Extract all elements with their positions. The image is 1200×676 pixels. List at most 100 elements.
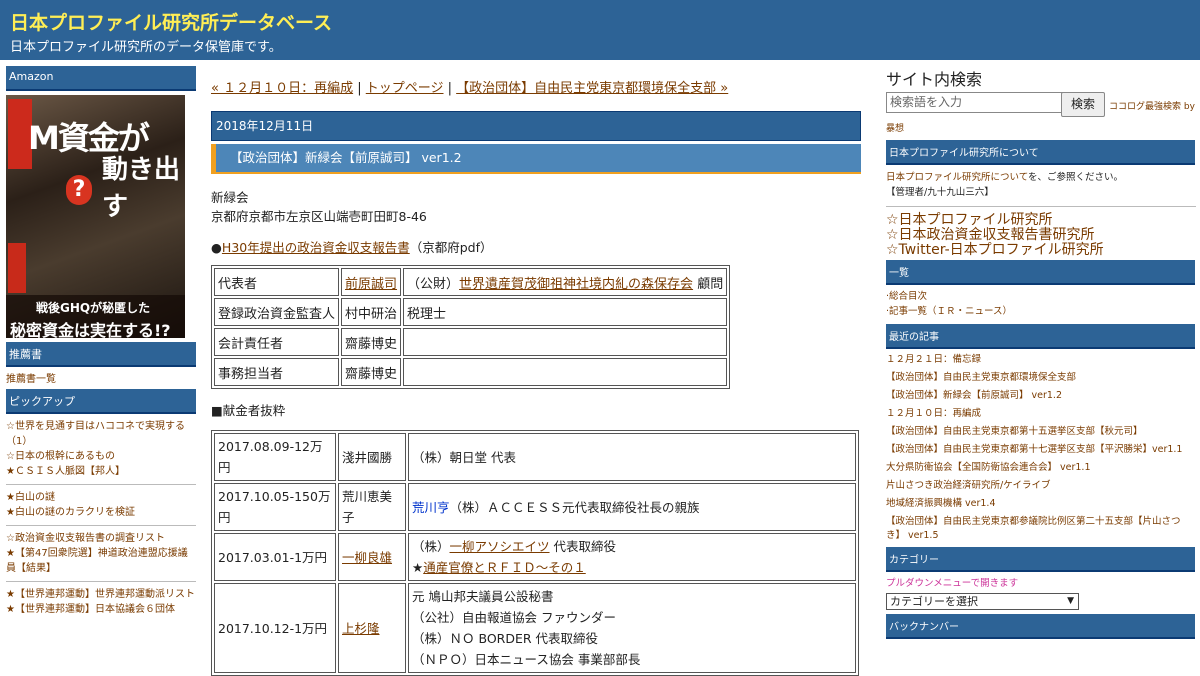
recent-item[interactable]: １２月１０日：再編成 xyxy=(886,405,1196,423)
pickup-item[interactable]: ☆世界を見通す目はハココネで実現する（1） xyxy=(6,419,196,449)
search-provider-note[interactable]: ココログ最強検索 by xyxy=(1109,99,1195,112)
table-row: 会計責任者 齋藤博史 xyxy=(214,328,728,356)
donor-detail: （株）一柳アソシエイツ 代表取締役 ★通産官僚とＲＦＩＤ〜その１ xyxy=(408,533,856,581)
pickup-item[interactable]: ☆日本の根幹にあるもの xyxy=(6,449,196,464)
entry-title: 【政治団体】新緑会【前原誠司】 ver1.2 xyxy=(211,144,861,174)
recent-item[interactable]: 【政治団体】自由民主党東京都第十七選挙区支部【平沢勝栄】ver1.1 xyxy=(886,441,1196,459)
article-link[interactable]: 通産官僚とＲＦＩＤ〜その１ xyxy=(423,560,586,575)
officer-role: 事務担当者 xyxy=(214,358,340,386)
pickup-item[interactable]: ★【第47回衆院選】神道政治連盟応援議員【結果】 xyxy=(6,546,196,576)
category-heading: カテゴリー xyxy=(886,547,1195,572)
big-link[interactable]: ☆Twitter-日本プロファイル研究所 xyxy=(886,243,1196,258)
top-page-link[interactable]: トップページ xyxy=(366,81,444,96)
recent-item[interactable]: 【政治団体】新緑会【前原誠司】 ver1.2 xyxy=(886,387,1196,405)
backnumber-heading: バックナンバー xyxy=(886,614,1195,639)
org-address: 京都府京都市左京区山端壱町田町8-46 xyxy=(211,209,427,224)
recent-item[interactable]: 片山さつき政治経済研究所/ケイライブ xyxy=(886,477,1196,495)
officer-name-link[interactable]: 前原誠司 xyxy=(345,277,397,292)
entry-navigation: « １２月１０日：再編成 | トップページ | 【政治団体】自由民主党東京都環境… xyxy=(211,76,861,102)
detail-line: （ＮＰＯ）日本ニュース協会 事業部部長 xyxy=(412,652,641,667)
chevron-down-icon: ▼ xyxy=(1067,596,1074,606)
donor-name: 上杉隆 xyxy=(338,583,406,673)
list-item-label: 総合目次 xyxy=(889,291,928,302)
officer-name: 村中研治 xyxy=(341,298,402,326)
pickup-item[interactable]: ★白山の謎のカラクリを検証 xyxy=(6,505,196,520)
table-row: 2017.10.12-1万円 上杉隆 元 鳩山邦夫議員公設秘書 （公社）自由報道… xyxy=(214,583,856,673)
admin-label: 【管理者/九十九山三六】 xyxy=(886,187,994,198)
donor-name: 一柳良雄 xyxy=(338,533,406,581)
detail-line: （公社）自由報道協会 ファウンダー xyxy=(412,610,616,625)
book-cover-image[interactable]: M資金が 動き出す ? 戦後GHQが秘匿した 秘密資金は実在する!? xyxy=(6,95,185,338)
big-link[interactable]: ☆日本政治資金収支報告書研究所 xyxy=(886,228,1196,243)
note-prefix: （公財） xyxy=(407,276,460,292)
officer-role: 会計責任者 xyxy=(214,328,340,356)
table-row: 代表者 前原誠司 （公財）世界遺産賀茂御祖神社境内糺の森保存会 顧問 xyxy=(214,268,728,296)
detail-line: 元 鳩山邦夫議員公設秘書 xyxy=(412,589,554,604)
detail-prefix: （株） xyxy=(412,539,450,554)
pickup-heading: ピックアップ xyxy=(6,389,196,414)
nav-separator: | xyxy=(443,81,457,96)
company-link[interactable]: 一柳アソシエイツ xyxy=(450,539,550,554)
list-item[interactable]: ·記事一覧（ＩＲ・ニュース） xyxy=(886,304,1196,319)
report-link[interactable]: H30年提出の政治資金収支報告書 xyxy=(222,240,410,255)
donation-amount: 2017.03.01-1万円 xyxy=(214,533,336,581)
entry-date: 2018年12月11日 xyxy=(211,111,861,141)
detail-line: ★通産官僚とＲＦＩＤ〜その１ xyxy=(412,557,852,578)
pickup-item[interactable]: ★【世界連邦運動】日本協議会６団体 xyxy=(6,602,196,617)
search-form: 検索語を入力 検索 ココログ最強検索 by xyxy=(886,92,1196,117)
prev-entry-link[interactable]: « １２月１０日：再編成 xyxy=(211,81,353,96)
pickup-item[interactable]: ☆政治資金収支報告書の調査リスト xyxy=(6,531,196,546)
officer-name: 前原誠司 xyxy=(341,268,402,296)
next-entry-link[interactable]: 【政治団体】自由民主党東京都環境保全支部 » xyxy=(456,81,728,96)
about-link[interactable]: 日本プロファイル研究所について xyxy=(886,172,1028,183)
category-select[interactable]: カテゴリーを選択 ▼ xyxy=(886,593,1079,610)
pickup-item[interactable]: ★白山の謎 xyxy=(6,490,196,505)
report-suffix: （京都府pdf） xyxy=(409,240,493,255)
big-link[interactable]: ☆日本プロファイル研究所 xyxy=(886,213,1196,228)
org-name: 新緑会 xyxy=(211,190,249,205)
detail-line: （株）一柳アソシエイツ 代表取締役 xyxy=(412,536,852,557)
donor-name: 荒川恵美子 xyxy=(338,483,406,531)
donor-name-link[interactable]: 一柳良雄 xyxy=(342,550,392,565)
list-item[interactable]: ·総合目次 xyxy=(886,289,1196,304)
donor-detail: 元 鳩山邦夫議員公設秘書 （公社）自由報道協会 ファウンダー （株）ＮＯ BOR… xyxy=(408,583,856,673)
donor-detail-link[interactable]: 荒川亨 xyxy=(412,500,450,515)
officer-note-link[interactable]: 世界遺産賀茂御祖神社境内糺の森保存会 xyxy=(459,277,693,292)
recent-item[interactable]: 【政治団体】自由民主党東京都第十五選挙区支部【秋元司】 xyxy=(886,423,1196,441)
officer-note xyxy=(403,358,728,386)
donor-name-link[interactable]: 上杉隆 xyxy=(342,621,380,636)
donor-detail-text: （株）ＡＣＣＥＳＳ元代表取締役社長の親族 xyxy=(449,499,700,515)
recent-item[interactable]: １２月２１日：備忘録 xyxy=(886,351,1196,369)
officer-role: 登録政治資金監査人 xyxy=(214,298,340,326)
report-line: ●H30年提出の政治資金収支報告書（京都府pdf） xyxy=(211,238,861,257)
note-suffix: 顧問 xyxy=(693,276,724,292)
donor-name: 淺井國勝 xyxy=(338,433,406,481)
recommend-link[interactable]: 推薦書一覧 xyxy=(6,372,196,387)
recent-item[interactable]: 【政治団体】自由民主党東京都環境保全支部 xyxy=(886,369,1196,387)
category-note: プルダウンメニューで開きます xyxy=(886,578,1019,589)
pickup-item[interactable]: ★ＣＳＩＳ人脈図【邦人】 xyxy=(6,464,196,479)
bullet: ● xyxy=(211,240,222,255)
list-heading: 一覧 xyxy=(886,260,1195,285)
donors-table: 2017.08.09-12万円 淺井國勝 （株）朝日堂 代表 2017.10.0… xyxy=(211,430,859,676)
table-row: 2017.03.01-1万円 一柳良雄 （株）一柳アソシエイツ 代表取締役 ★通… xyxy=(214,533,856,581)
officer-name: 齋藤博史 xyxy=(341,358,402,386)
book-question-badge: ? xyxy=(66,175,92,205)
search-title: サイト内検索 xyxy=(886,70,983,89)
search-button[interactable]: 検索 xyxy=(1061,92,1105,117)
recent-item[interactable]: 【政治団体】自由民主党東京都参議院比例区第二十五支部【片山さつき】 ver1.5 xyxy=(886,513,1196,543)
divider xyxy=(6,525,196,526)
site-title[interactable]: 日本プロファイル研究所データベース xyxy=(10,8,332,35)
pickup-item[interactable]: ★【世界連邦運動】世界連邦運動派リスト xyxy=(6,587,196,602)
recent-heading: 最近の記事 xyxy=(886,324,1195,349)
table-row: 登録政治資金監査人 村中研治 税理士 xyxy=(214,298,728,326)
recent-item[interactable]: 大分県防衛協会【全国防衛協会連合会】 ver1.1 xyxy=(886,459,1196,477)
category-select-value: カテゴリーを選択 xyxy=(890,595,978,608)
search-input[interactable]: 検索語を入力 xyxy=(886,92,1064,113)
detail-suffix: 代表取締役 xyxy=(549,539,617,554)
recent-item[interactable]: 地域経済振興機構 ver1.4 xyxy=(886,495,1196,513)
amazon-heading: Amazon xyxy=(6,66,196,91)
donation-amount: 2017.10.12-1万円 xyxy=(214,583,336,673)
search-provider-author[interactable]: 暴想 xyxy=(886,121,1196,134)
site-header: 日本プロファイル研究所データベース 日本プロファイル研究所のデータ保管庫です。 xyxy=(0,0,1200,60)
